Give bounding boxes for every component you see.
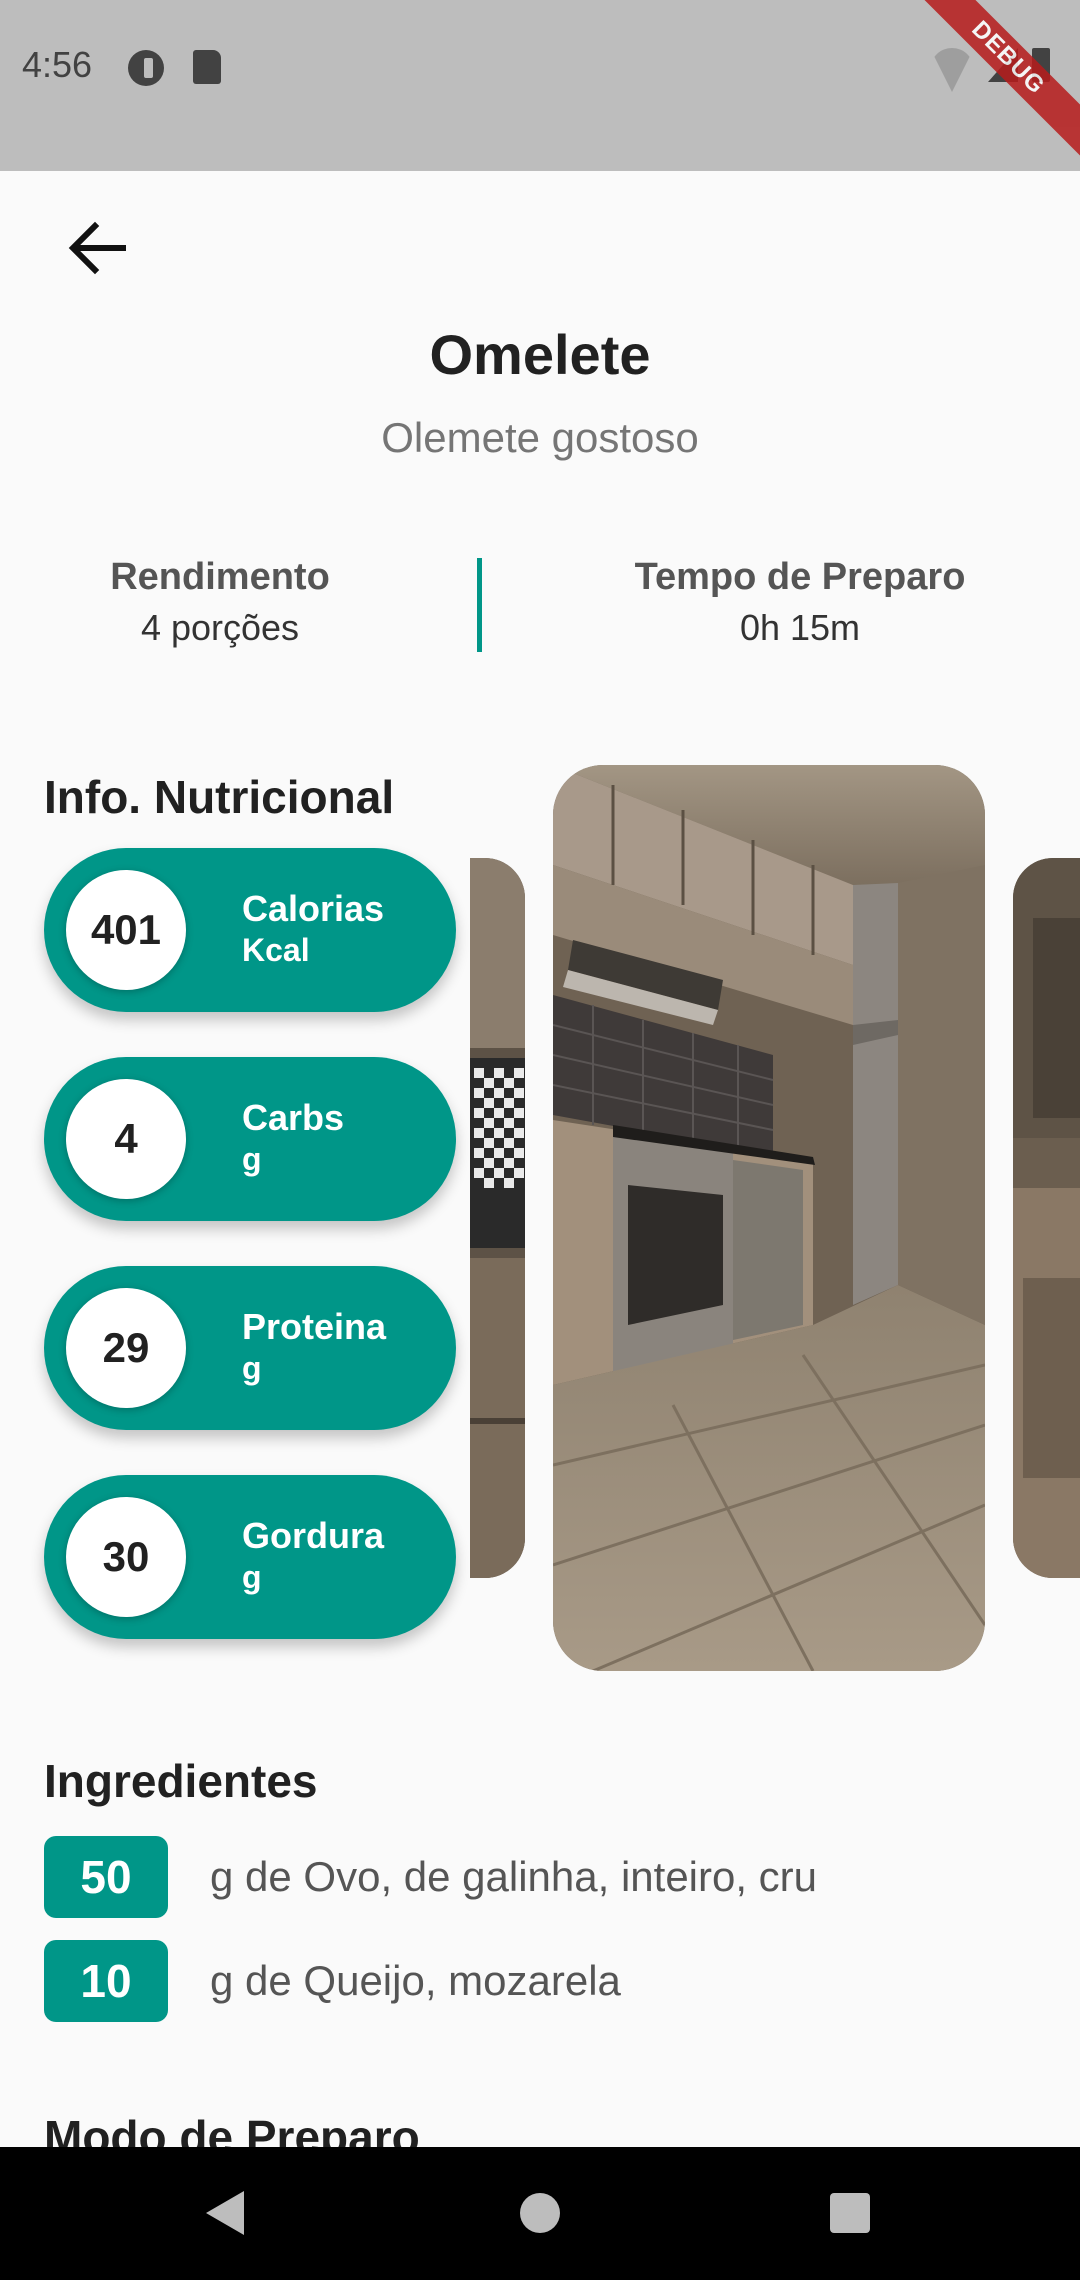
ingredient-row: 10 g de Queijo, mozarela (44, 1940, 621, 2022)
yield-label: Rendimento (110, 556, 330, 598)
recipe-subtitle: Olemete gostoso (381, 414, 699, 461)
nutrition-unit: Kcal (242, 932, 310, 968)
yield-value: 4 porções (140, 607, 300, 648)
kitchen-image-previous (470, 858, 525, 1578)
nutrition-label: Gordura g (242, 1515, 384, 1597)
nutrition-value: 401 (66, 870, 186, 990)
carousel-image-next[interactable] (1013, 858, 1080, 1578)
nutrition-name: Proteina (242, 1306, 387, 1347)
nutrition-unit: g (242, 1350, 262, 1386)
nutrition-value: 29 (66, 1288, 186, 1408)
stat-divider (477, 558, 482, 652)
ingredient-description: g de Queijo, mozarela (210, 1957, 621, 2004)
ingredient-description: g de Ovo, de galinha, inteiro, cru (210, 1853, 818, 1900)
ingredient-quantity: 10 (44, 1940, 168, 2022)
system-navigation-bar (0, 2147, 1080, 2280)
triangle-back-icon[interactable] (206, 2191, 244, 2235)
sd-card-icon (193, 50, 221, 84)
nutrition-unit: g (242, 1141, 262, 1177)
ingredients-title: Ingredientes (44, 1755, 318, 1807)
nutrition-value: 30 (66, 1497, 186, 1617)
nutrition-item-fat: 30 Gordura g (44, 1475, 456, 1639)
nutrition-name: Gordura (242, 1515, 385, 1556)
nutrition-value: 4 (66, 1079, 186, 1199)
square-recents-icon[interactable] (830, 2193, 870, 2233)
nutrition-label: Proteina g (242, 1306, 386, 1388)
nutrition-label: Carbs g (242, 1097, 344, 1179)
nutrition-item-protein: 29 Proteina g (44, 1266, 456, 1430)
ingredient-quantity: 50 (44, 1836, 168, 1918)
nutrition-name: Calorias (242, 888, 385, 929)
nutrition-name: Carbs (242, 1097, 345, 1138)
carousel-image-previous[interactable] (470, 858, 525, 1578)
back-button[interactable] (52, 208, 142, 288)
nutrition-item-calories: 401 Calorias Kcal (44, 848, 456, 1012)
kitchen-image (553, 765, 985, 1671)
nutrition-title: Info. Nutricional (44, 771, 395, 823)
yield-stat: Rendimento 4 porções (0, 556, 440, 649)
circle-home-icon[interactable] (520, 2193, 560, 2233)
prep-time-value: 0h 15m (739, 607, 861, 648)
wifi-icon (930, 48, 974, 82)
nutrition-label: Calorias Kcal (242, 888, 384, 970)
carousel-image-current[interactable] (553, 765, 985, 1671)
recipe-title: Omelete (429, 323, 651, 386)
status-bar: 4:56 DEBUG (0, 0, 1080, 171)
arrow-left-icon (68, 221, 126, 275)
ingredient-row: 50 g de Ovo, de galinha, inteiro, cru (44, 1836, 817, 1918)
nutrition-item-carbs: 4 Carbs g (44, 1057, 456, 1221)
notification-icon (128, 50, 164, 86)
nutrition-unit: g (242, 1559, 262, 1595)
recipe-detail-screen: 4:56 DEBUG Omelete Olemete gostoso Rendi… (0, 0, 1080, 2280)
kitchen-image-next (1013, 858, 1080, 1578)
status-time: 4:56 (22, 44, 93, 85)
prep-time-label: Tempo de Preparo (634, 556, 966, 598)
prep-time-stat: Tempo de Preparo 0h 15m (560, 556, 1040, 649)
